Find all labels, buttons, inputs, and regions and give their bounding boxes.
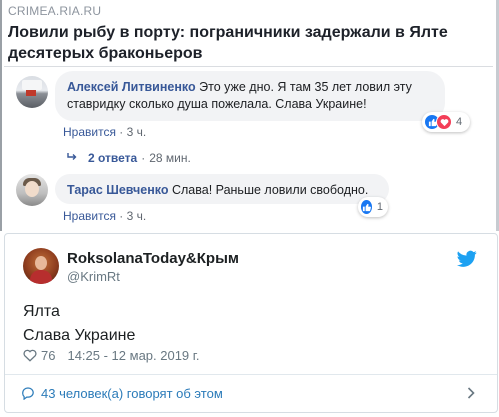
tweet-author-name[interactable]: RoksolanaToday&Крым	[67, 250, 239, 267]
tweet-author-handle[interactable]: @KrimRt	[67, 269, 120, 284]
chevron-right-icon[interactable]	[467, 386, 475, 402]
separator: ·	[119, 209, 124, 223]
love-icon	[436, 114, 452, 130]
twitter-bird-icon[interactable]	[457, 250, 477, 268]
comment-author[interactable]: Тарас Шевченко	[67, 183, 169, 197]
tweet-timestamp[interactable]: 14:25 - 12 мар. 2019 г.	[67, 348, 199, 363]
view-replies[interactable]: 2 ответа · 28 мин.	[66, 151, 191, 165]
comment-bubble: Алексей Литвиненко Это уже дно. Я там 35…	[55, 71, 445, 121]
panel-left-border	[0, 0, 2, 231]
reply-arrow-icon	[66, 151, 78, 165]
comment-time[interactable]: 3 ч.	[127, 209, 147, 223]
tweet-meta: 76 14:25 - 12 мар. 2019 г.	[23, 348, 200, 363]
reaction-count: 4	[456, 116, 463, 128]
heart-icon[interactable]	[23, 349, 37, 362]
comment-meta: Нравится · 3 ч.	[63, 209, 146, 223]
comment-author[interactable]: Алексей Литвиненко	[67, 80, 196, 94]
avatar[interactable]	[16, 76, 48, 108]
facebook-comments-panel: CRIMEA.RIA.RU Ловили рыбу в порту: погра…	[0, 0, 499, 231]
comment-text: Слава! Раньше ловили свободно.	[171, 183, 369, 197]
reactions-summary[interactable]: 4	[422, 112, 470, 132]
tweet-conversation-count[interactable]: 43 человек(а) говорят об этом	[41, 386, 223, 401]
replies-link[interactable]: 2 ответа	[88, 151, 137, 165]
comment-meta: Нравится · 3 ч.	[63, 125, 146, 139]
replies-time: 28 мин.	[149, 151, 191, 165]
tweet-line: Слава Украине	[23, 327, 136, 344]
embedded-tweet: RoksolanaToday&Крым @KrimRt Ялта Слава У…	[4, 233, 498, 413]
like-link[interactable]: Нравится	[63, 209, 116, 223]
reaction-count: 1	[376, 201, 383, 213]
separator: ·	[119, 125, 124, 139]
like-link[interactable]: Нравится	[63, 125, 116, 139]
avatar[interactable]	[23, 248, 59, 284]
tweet-conversation-link[interactable]: 43 человек(а) говорят об этом	[5, 375, 497, 412]
comment-bubble: Тарас Шевченко Слава! Раньше ловили своб…	[55, 174, 389, 204]
like-icon	[360, 199, 373, 215]
reactions-summary[interactable]: 1	[358, 197, 388, 217]
link-divider	[4, 66, 493, 67]
tweet-text: Ялта Слава Украине	[23, 300, 135, 348]
separator: ·	[141, 151, 146, 165]
comment-time[interactable]: 3 ч.	[127, 125, 147, 139]
avatar[interactable]	[16, 174, 48, 206]
link-domain: CRIMEA.RIA.RU	[8, 4, 102, 18]
link-title[interactable]: Ловили рыбу в порту: пограничники задерж…	[8, 22, 478, 64]
speech-bubble-icon	[22, 387, 34, 400]
tweet-line: Ялта	[23, 303, 60, 320]
tweet-like-count[interactable]: 76	[41, 348, 55, 363]
